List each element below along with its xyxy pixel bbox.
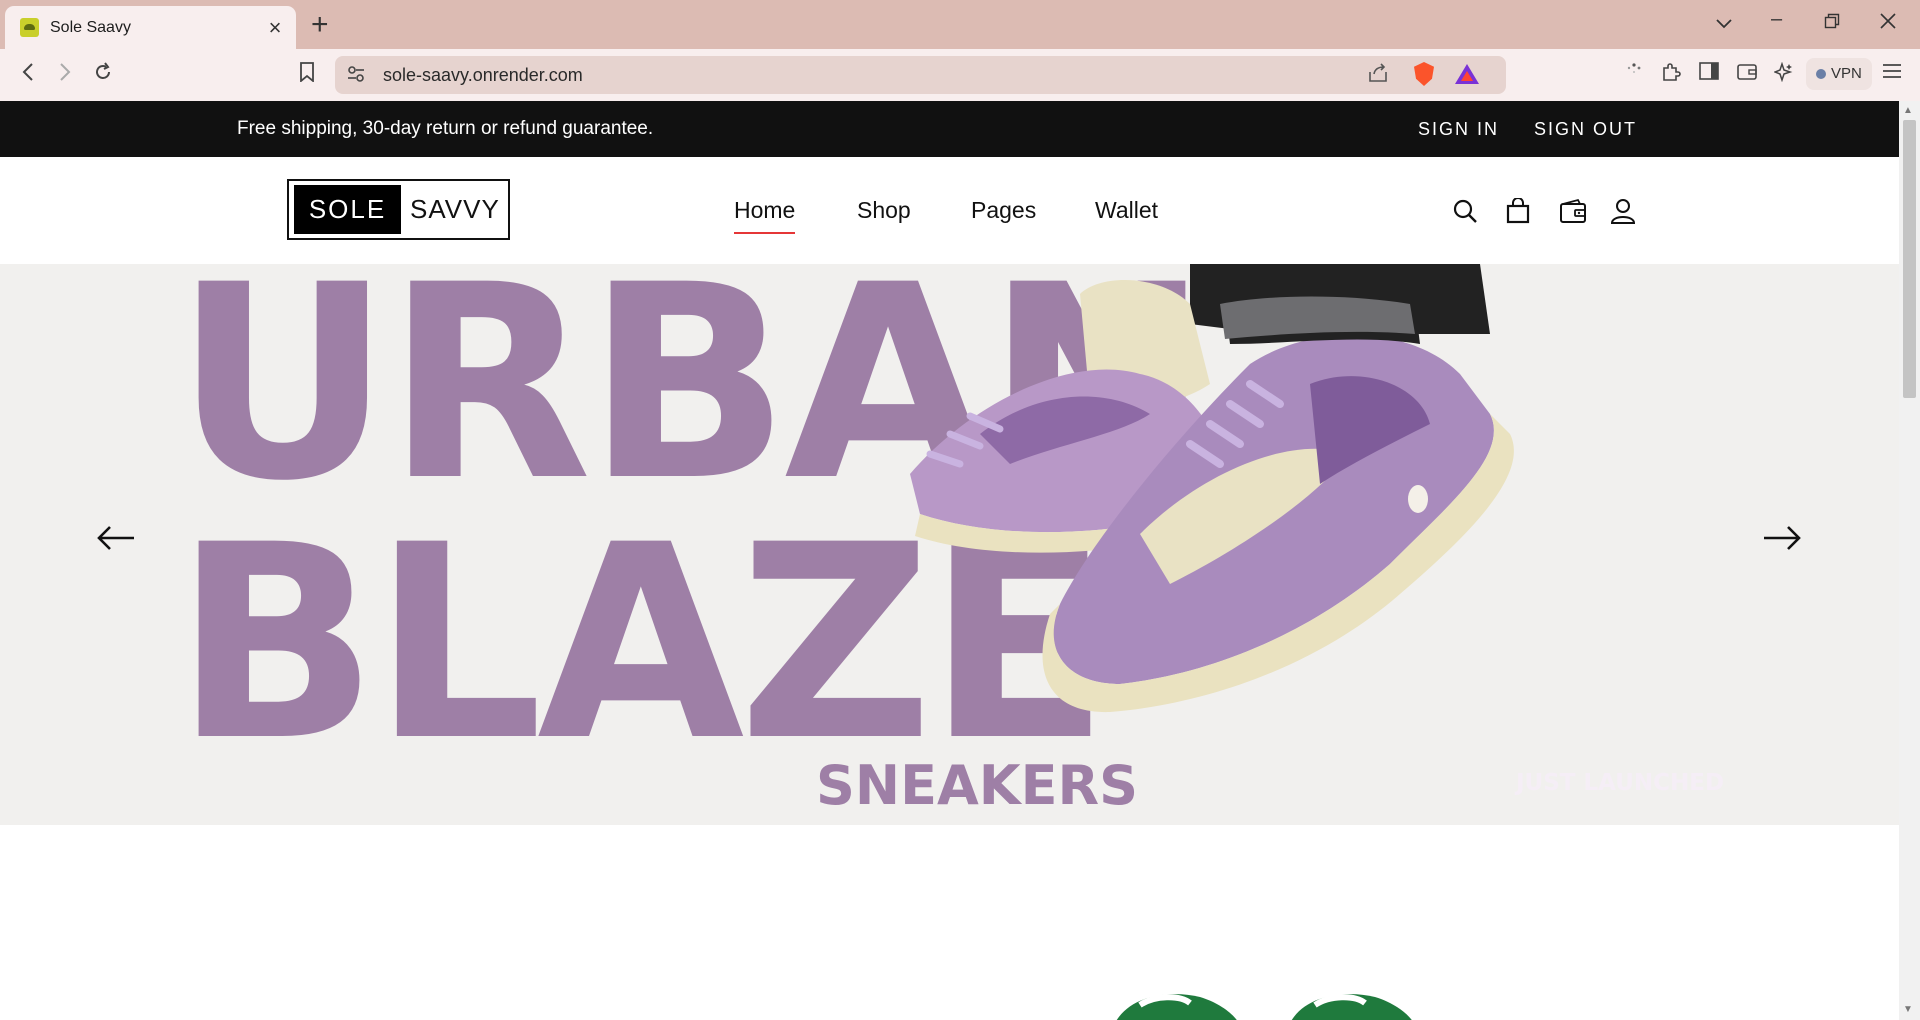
hero-sneakers-image <box>910 264 1514 713</box>
minimize-button[interactable]: – <box>1771 8 1782 31</box>
arrow-left-icon[interactable] <box>96 513 136 561</box>
sidebar-icon[interactable] <box>1699 62 1719 86</box>
featured-sneakers-image <box>1116 994 1412 1020</box>
shopping-bag-icon[interactable] <box>1505 197 1531 224</box>
logo-part-savvy: SAVVY <box>410 194 500 224</box>
tab-search-chevron-icon[interactable] <box>1716 12 1732 35</box>
vpn-button[interactable]: VPN <box>1806 58 1872 90</box>
announcement-bar: Free shipping, 30-day return or refund g… <box>0 101 1899 157</box>
vpn-status-icon <box>1816 69 1826 79</box>
scrollbar-thumb[interactable] <box>1903 120 1916 398</box>
vpn-label: VPN <box>1831 65 1862 82</box>
web-page: Free shipping, 30-day return or refund g… <box>0 101 1899 1020</box>
wallet-icon[interactable] <box>1559 198 1587 224</box>
scroll-down-icon[interactable]: ▼ <box>1903 1004 1913 1015</box>
reload-button[interactable] <box>88 61 118 89</box>
back-button[interactable] <box>13 61 43 89</box>
hero-banner: URBAN BLAZE SNEAKERS JUST LAUNCHED <box>0 264 1899 825</box>
tab-title: Sole Saavy <box>50 18 131 36</box>
brave-shields-icon[interactable] <box>1414 62 1434 86</box>
site-logo[interactable]: SOLE SAVVY <box>287 179 510 240</box>
brave-rewards-icon[interactable] <box>1455 64 1479 84</box>
announcement-text: Free shipping, 30-day return or refund g… <box>237 118 654 139</box>
browser-toolbar: sole-saavy.onrender.com VPN <box>0 49 1920 101</box>
menu-icon[interactable] <box>1882 62 1902 86</box>
sign-out-link[interactable]: SIGN OUT <box>1534 119 1637 140</box>
site-header: SOLE SAVVY Home Shop Pages Wallet <box>0 157 1899 264</box>
restore-button[interactable] <box>1824 12 1840 35</box>
loading-icon <box>1624 62 1644 88</box>
site-info-icon[interactable] <box>347 65 365 88</box>
leo-ai-icon[interactable] <box>1772 61 1794 88</box>
bookmark-icon[interactable] <box>292 61 322 89</box>
sign-in-link[interactable]: SIGN IN <box>1418 119 1499 140</box>
scroll-up-icon[interactable]: ▲ <box>1903 105 1913 116</box>
nav-shop[interactable]: Shop <box>857 197 911 224</box>
url-text[interactable]: sole-saavy.onrender.com <box>383 65 583 86</box>
nav-pages[interactable]: Pages <box>971 197 1036 224</box>
address-bar[interactable]: sole-saavy.onrender.com <box>335 56 1506 94</box>
featured-section <box>0 825 1899 1020</box>
new-tab-button[interactable]: + <box>311 8 329 42</box>
page-scrollbar[interactable]: ▲ ▼ <box>1899 101 1920 1020</box>
close-tab-icon[interactable]: × <box>260 15 290 41</box>
forward-button[interactable] <box>50 61 80 89</box>
arrow-right-icon[interactable] <box>1762 513 1802 561</box>
share-icon[interactable] <box>1367 63 1389 89</box>
extensions-icon[interactable] <box>1661 62 1681 88</box>
logo-part-sole: SOLE <box>294 185 401 234</box>
search-icon[interactable] <box>1452 198 1478 224</box>
browser-tab[interactable]: Sole Saavy × <box>5 6 296 49</box>
wallet-toolbar-icon[interactable] <box>1737 62 1757 86</box>
user-icon[interactable] <box>1610 198 1636 224</box>
close-window-button[interactable] <box>1880 12 1896 35</box>
nav-wallet[interactable]: Wallet <box>1095 197 1158 224</box>
site-favicon-icon <box>20 18 39 37</box>
browser-tabbar: Sole Saavy × + – <box>0 0 1920 49</box>
nav-home[interactable]: Home <box>734 197 796 234</box>
